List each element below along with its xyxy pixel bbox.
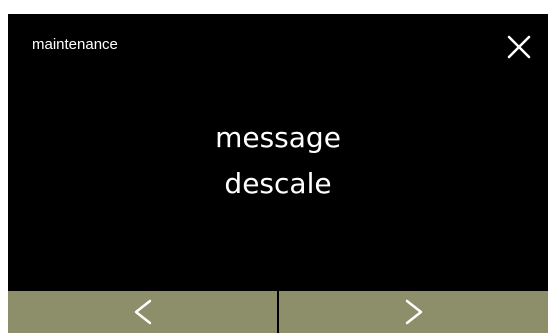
navigation-bar xyxy=(8,291,548,333)
chevron-right-icon xyxy=(405,299,422,325)
message-text: message descale xyxy=(8,115,548,207)
message-line-1: message xyxy=(215,121,341,154)
close-button[interactable] xyxy=(504,32,534,62)
next-button[interactable] xyxy=(277,291,548,333)
message-line-2: descale xyxy=(224,167,332,200)
page-title: maintenance xyxy=(32,36,118,53)
previous-button[interactable] xyxy=(8,291,277,333)
screen: maintenance message descale xyxy=(8,14,548,333)
close-icon xyxy=(507,35,531,59)
chevron-left-icon xyxy=(134,299,151,325)
